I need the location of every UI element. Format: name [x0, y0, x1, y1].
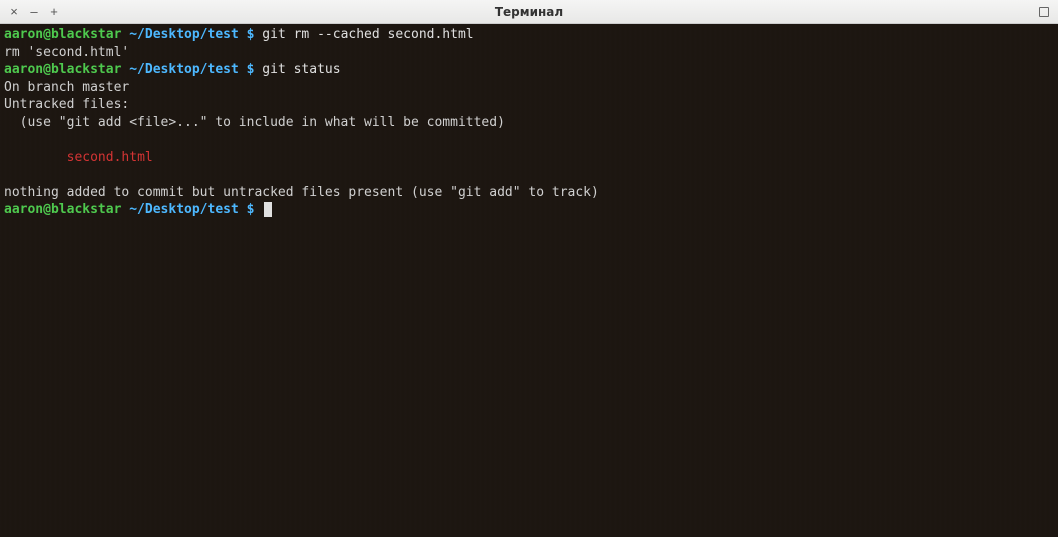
window-controls: × – +	[6, 4, 62, 20]
prompt-userhost: aaron@blackstar	[4, 62, 121, 77]
prompt-symbol: $	[247, 62, 255, 77]
terminal-output: Untracked files:	[4, 96, 1054, 114]
terminal-output: second.html	[4, 149, 1054, 167]
prompt-userhost: aaron@blackstar	[4, 27, 121, 42]
terminal-output: rm 'second.html'	[4, 44, 1054, 62]
minimize-button[interactable]: –	[26, 4, 42, 20]
untracked-file: second.html	[67, 150, 153, 165]
close-button[interactable]: ×	[6, 4, 22, 20]
maximize-icon	[1039, 7, 1049, 17]
prompt-symbol: $	[247, 27, 255, 42]
terminal-output	[4, 131, 1054, 149]
prompt-symbol: $	[247, 202, 255, 217]
prompt-path: ~/Desktop/test	[129, 27, 239, 42]
prompt-userhost: aaron@blackstar	[4, 202, 121, 217]
maximize-button[interactable]	[1036, 4, 1052, 20]
command-text: git rm --cached second.html	[262, 27, 473, 42]
terminal-line: aaron@blackstar ~/Desktop/test $	[4, 201, 1054, 219]
terminal-area[interactable]: aaron@blackstar ~/Desktop/test $ git rm …	[0, 24, 1058, 537]
cursor	[264, 202, 272, 217]
new-tab-button[interactable]: +	[46, 4, 62, 20]
prompt-path: ~/Desktop/test	[129, 62, 239, 77]
prompt-path: ~/Desktop/test	[129, 202, 239, 217]
terminal-line: aaron@blackstar ~/Desktop/test $ git sta…	[4, 61, 1054, 79]
window-title: Терминал	[495, 5, 563, 19]
terminal-output: (use "git add <file>..." to include in w…	[4, 114, 1054, 132]
command-text: git status	[262, 62, 340, 77]
terminal-output	[4, 166, 1054, 184]
terminal-line: aaron@blackstar ~/Desktop/test $ git rm …	[4, 26, 1054, 44]
terminal-output: nothing added to commit but untracked fi…	[4, 184, 1054, 202]
titlebar: × – + Терминал	[0, 0, 1058, 24]
terminal-output: On branch master	[4, 79, 1054, 97]
